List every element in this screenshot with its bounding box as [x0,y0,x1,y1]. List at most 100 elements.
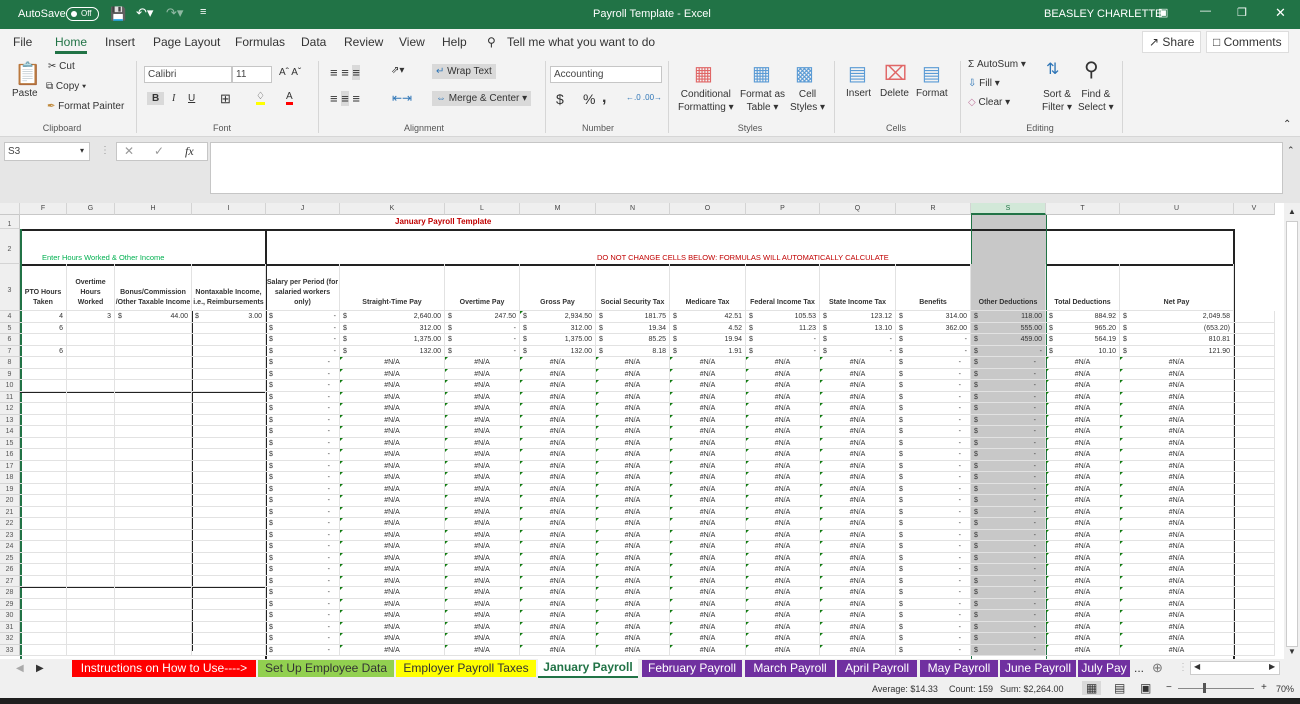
cell-i33[interactable] [192,644,266,656]
cell-f25[interactable] [20,552,67,564]
cell-f18[interactable] [20,472,67,484]
cell-p17[interactable]: #N/A [746,460,820,472]
column-header-o[interactable]: O [670,203,746,215]
cell-t4[interactable]: $884.92 [1046,311,1120,323]
cell-v5[interactable] [1234,322,1275,334]
cell-u12[interactable]: #N/A [1120,403,1234,415]
cell-k26[interactable]: #N/A [340,564,445,576]
cell-f5[interactable]: 6 [20,322,67,334]
cell-g22[interactable] [67,518,115,530]
cell-h18[interactable] [115,472,192,484]
cell-f13[interactable] [20,414,67,426]
cell-f19[interactable] [20,483,67,495]
cell-h30[interactable] [115,610,192,622]
cell-f23[interactable] [20,529,67,541]
cell-o12[interactable]: #N/A [670,403,746,415]
cell-n10[interactable]: #N/A [596,380,670,392]
cell-k17[interactable]: #N/A [340,460,445,472]
cell-s33[interactable]: $ - [971,644,1046,656]
cell-t23[interactable]: #N/A [1046,529,1120,541]
cell-i21[interactable] [192,506,266,518]
cell-r18[interactable]: $ - [896,472,971,484]
cell-p19[interactable]: #N/A [746,483,820,495]
cell-g33[interactable] [67,644,115,656]
cell-v7[interactable] [1234,345,1275,357]
cell-u28[interactable]: #N/A [1120,587,1234,599]
cell-u19[interactable]: #N/A [1120,483,1234,495]
cell-p33[interactable]: #N/A [746,644,820,656]
cell-i28[interactable] [192,587,266,599]
sheet-tab[interactable]: March Payroll [745,660,835,677]
cell-n11[interactable]: #N/A [596,391,670,403]
italic-button[interactable]: I [172,93,175,104]
cell-m31[interactable]: #N/A [520,621,596,633]
cell-t6[interactable]: $564.19 [1046,334,1120,346]
cell-p11[interactable]: #N/A [746,391,820,403]
cell-p4[interactable]: $105.53 [746,311,820,323]
cell-o26[interactable]: #N/A [670,564,746,576]
cell-f28[interactable] [20,587,67,599]
row-header-5[interactable]: 5 [0,322,20,334]
cell-u25[interactable]: #N/A [1120,552,1234,564]
cell-o31[interactable]: #N/A [670,621,746,633]
cell-o19[interactable]: #N/A [670,483,746,495]
cell-n33[interactable]: #N/A [596,644,670,656]
cell-k22[interactable]: #N/A [340,518,445,530]
sheet-tab[interactable]: Set Up Employee Data [258,660,394,677]
cell-v28[interactable] [1234,587,1275,599]
cell-r29[interactable]: $ - [896,598,971,610]
comments-button[interactable]: □ Comments [1206,31,1289,53]
decimal-icon[interactable]: ←.0 .00→ [626,93,662,102]
cell-o7[interactable]: $1.91 [670,345,746,357]
row-header-31[interactable]: 31 [0,621,20,633]
cell-n7[interactable]: $8.18 [596,345,670,357]
cell-f20[interactable] [20,495,67,507]
cell-s18[interactable]: $ - [971,472,1046,484]
cell-i7[interactable] [192,345,266,357]
cell-p24[interactable]: #N/A [746,541,820,553]
cell-k13[interactable]: #N/A [340,414,445,426]
cell-v31[interactable] [1234,621,1275,633]
cell-u26[interactable]: #N/A [1120,564,1234,576]
cell-v33[interactable] [1234,644,1275,656]
cell-l8[interactable]: #N/A [445,357,520,369]
cell-n24[interactable]: #N/A [596,541,670,553]
cut-button[interactable]: ✂ Cut [48,61,75,72]
cell-s17[interactable]: $ - [971,460,1046,472]
cell-j27[interactable]: $ - [266,575,340,587]
cell-s13[interactable]: $ - [971,414,1046,426]
cell-h17[interactable] [115,460,192,472]
merge-center-button[interactable]: ⇔ Merge & Center ▾ [432,91,532,106]
cell-q15[interactable]: #N/A [820,437,896,449]
row-header-13[interactable]: 13 [0,414,20,426]
select-all-corner[interactable] [0,203,20,215]
cell-r22[interactable]: $ - [896,518,971,530]
cell-m29[interactable]: #N/A [520,598,596,610]
cell-r10[interactable]: $ - [896,380,971,392]
redo-icon[interactable]: ↷▾ [166,5,183,21]
sheet-tab[interactable]: January Payroll [538,659,638,678]
cell-h12[interactable] [115,403,192,415]
cell-q28[interactable]: #N/A [820,587,896,599]
cell-t33[interactable]: #N/A [1046,644,1120,656]
cell-r31[interactable]: $ - [896,621,971,633]
cell-q27[interactable]: #N/A [820,575,896,587]
cell-k18[interactable]: #N/A [340,472,445,484]
sheet-tab[interactable]: June Payroll [1000,660,1076,677]
column-header-h[interactable]: H [115,203,192,215]
row-header-4[interactable]: 4 [0,311,20,323]
cell-g29[interactable] [67,598,115,610]
cell-j20[interactable]: $ - [266,495,340,507]
cell-k5[interactable]: $312.00 [340,322,445,334]
cell-n4[interactable]: $181.75 [596,311,670,323]
row-header-27[interactable]: 27 [0,575,20,587]
cell-g19[interactable] [67,483,115,495]
worksheet-grid[interactable]: F G H I J K L M N O P Q R S T U V 1 2 3 4 5 6 7 8 9 10 11 12 13 14 15 16… [0,203,1284,659]
column-header-f[interactable]: F [20,203,67,215]
column-header-u[interactable]: U [1120,203,1234,215]
column-header-l[interactable]: L [445,203,520,215]
cell-i4[interactable]: $3.00 [192,311,266,323]
cell-p14[interactable]: #N/A [746,426,820,438]
name-box-dropdown-icon[interactable]: ▾ [80,146,84,155]
name-box[interactable]: S3 [4,142,90,161]
